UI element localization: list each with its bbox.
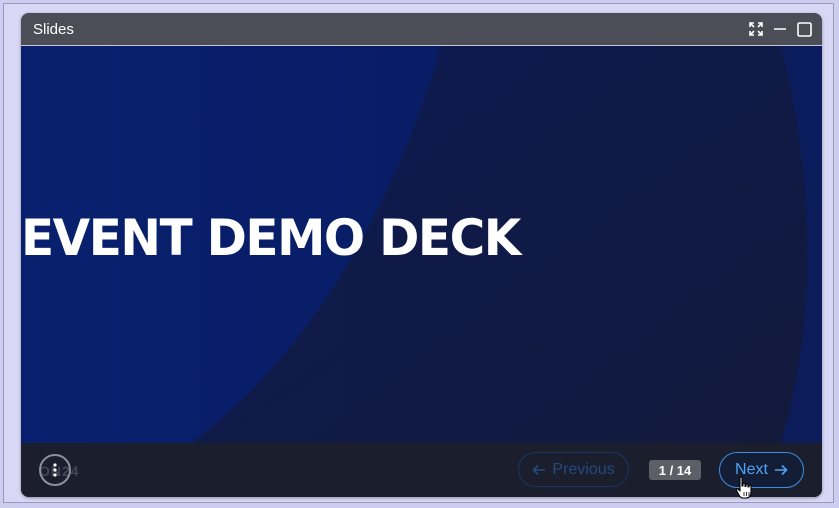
arrow-right-icon xyxy=(774,464,788,476)
maximize-icon[interactable] xyxy=(796,21,812,37)
minimize-icon[interactable] xyxy=(772,21,788,37)
previous-label: Previous xyxy=(552,460,615,478)
title-bar: Slides xyxy=(21,13,822,46)
next-button[interactable]: Next xyxy=(719,452,804,488)
fullscreen-icon[interactable] xyxy=(748,21,764,37)
hand-pointer-icon xyxy=(735,476,752,499)
window-controls xyxy=(748,21,812,37)
arrow-left-icon xyxy=(532,464,546,475)
slide-title: EVENT DEMO DECK xyxy=(21,209,521,267)
more-options-button[interactable] xyxy=(39,454,71,486)
slides-window: Slides EVENT DEMO DECK ON24 Previous 1 /… xyxy=(21,13,822,497)
previous-button[interactable]: Previous xyxy=(518,452,629,487)
slide-control-bar: ON24 Previous 1 / 14 Next xyxy=(21,443,822,497)
window-title: Slides xyxy=(33,20,74,38)
slide-canvas: EVENT DEMO DECK xyxy=(21,46,822,443)
page-indicator: 1 / 14 xyxy=(649,460,701,480)
more-vertical-icon xyxy=(53,463,57,477)
